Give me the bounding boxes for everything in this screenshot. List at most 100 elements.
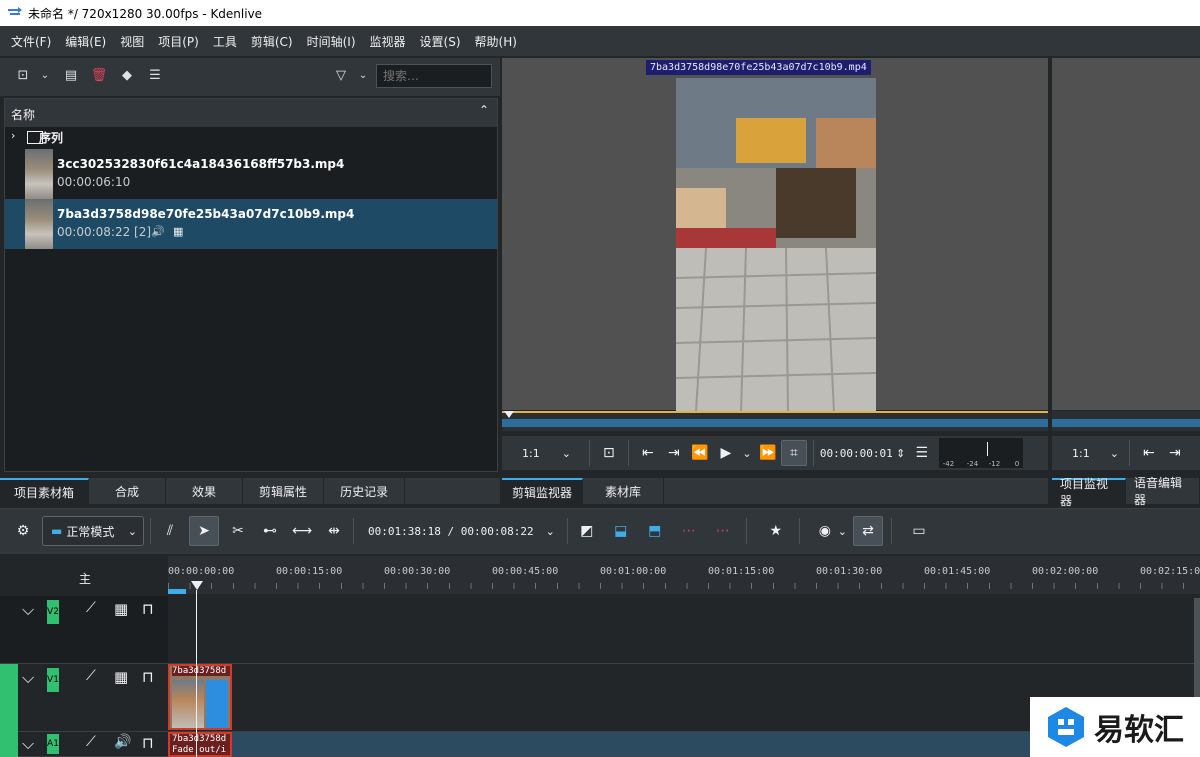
chevron-down-icon[interactable]: ⌄	[739, 440, 755, 466]
zoom-ratio[interactable]: 1:1	[522, 447, 540, 460]
timeline-position[interactable]: 00:01:38:18 / 00:00:08:22	[368, 525, 534, 538]
play-icon[interactable]: ▶	[713, 440, 739, 466]
chevron-down-icon[interactable]: ⌄	[1110, 447, 1119, 460]
hamburger-menu-icon[interactable]: ☰	[909, 440, 935, 466]
razor-strip-icon[interactable]: ⫽	[157, 518, 183, 544]
bin-clip-item[interactable]: 3cc302532830f61c4a18436168ff57b3.mp4 00:…	[5, 149, 497, 199]
extract-icon[interactable]: ⋯	[676, 518, 702, 544]
bin-search-input[interactable]	[376, 64, 492, 88]
timeline-scrollbar[interactable]	[1194, 598, 1200, 698]
monitor-ruler[interactable]	[502, 411, 1048, 431]
playhead-marker[interactable]	[504, 411, 514, 418]
tab-project-bin[interactable]: 项目素材箱	[0, 478, 90, 504]
ripple-tool-icon[interactable]: ⟷	[289, 518, 315, 544]
tab-clip-properties[interactable]: 剪辑属性	[243, 478, 325, 504]
chevron-down-icon[interactable]: ⌄	[838, 525, 847, 538]
preview-render-icon[interactable]: ◉	[812, 518, 838, 544]
chevron-down-icon[interactable]: ⌵	[22, 600, 34, 620]
set-in-point-icon[interactable]: ⇤	[1136, 440, 1162, 466]
timeline-video-clip[interactable]: 7ba3d3758d	[168, 664, 232, 730]
chevron-down-icon[interactable]: ⌵	[22, 668, 34, 688]
star-icon[interactable]: ★	[763, 518, 789, 544]
film-icon[interactable]: ▦	[114, 600, 128, 618]
selection-tool-icon[interactable]: ➤	[189, 516, 219, 546]
tab-history[interactable]: 历史记录	[324, 478, 406, 504]
edit-mode-select[interactable]: ▬ 正常模式 ⌄	[42, 516, 144, 546]
chevron-down-icon[interactable]: ⌄	[38, 68, 52, 84]
chevron-down-icon[interactable]: ⌄	[546, 525, 555, 538]
mix-settings-icon[interactable]: ⇄	[853, 516, 884, 546]
active-track-indicator[interactable]	[0, 732, 18, 757]
filter-icon[interactable]: ▽	[332, 68, 350, 84]
monitor-video-area[interactable]: 7ba3d3758d98e70fe25b43a07d7c10b9.mp4	[502, 58, 1048, 412]
chevron-down-icon[interactable]: ⌄	[562, 447, 571, 460]
slip-tool-icon[interactable]: ⇹	[321, 518, 347, 544]
track-settings-icon[interactable]: ⚙	[10, 518, 36, 544]
active-track-indicator[interactable]	[0, 664, 18, 732]
chevron-down-icon[interactable]: ⌵	[22, 734, 34, 754]
menu-file[interactable]: 文件(F)	[4, 33, 58, 50]
tab-project-monitor[interactable]: 项目监视器	[1052, 477, 1126, 508]
forward-icon[interactable]: ⏩	[755, 440, 781, 466]
tab-clip-monitor[interactable]: 剪辑监视器	[502, 478, 584, 504]
tab-compositions[interactable]: 合成	[89, 478, 167, 504]
film-icon[interactable]: ▦	[114, 668, 128, 686]
lift-icon[interactable]: ⋯	[710, 518, 736, 544]
chevron-right-icon[interactable]: ›	[11, 129, 15, 142]
menu-settings[interactable]: 设置(S)	[413, 33, 468, 50]
timeline-audio-clip[interactable]: 7ba3d3758d Fade out/i	[168, 732, 232, 757]
ruler-label: 00:01:15:00	[708, 566, 775, 577]
menu-monitor[interactable]: 监视器	[363, 33, 413, 50]
overwrite-icon[interactable]: ⬒	[642, 518, 668, 544]
add-clip-icon[interactable]: ⊡	[14, 68, 32, 84]
lock-icon[interactable]: ⊓	[142, 668, 154, 686]
clip-name: 3cc302532830f61c4a18436168ff57b3.mp4	[57, 157, 345, 171]
menu-timeline[interactable]: 时间轴(I)	[300, 33, 363, 50]
tab-speech-editor[interactable]: 语音编辑器	[1126, 476, 1200, 507]
speaker-icon[interactable]: 🔊	[114, 734, 131, 750]
menu-edit[interactable]: 编辑(E)	[58, 33, 113, 50]
chevron-up-icon[interactable]: ⌃	[479, 103, 489, 117]
project-monitor-video[interactable]	[1052, 58, 1200, 410]
lock-icon[interactable]: ⊓	[142, 734, 154, 752]
spacer-tool-icon[interactable]: ⊷	[257, 518, 283, 544]
project-monitor-ruler[interactable]	[1052, 411, 1200, 431]
menu-view[interactable]: 视图	[113, 33, 151, 50]
tab-library[interactable]: 素材库	[583, 478, 665, 504]
spin-arrows-icon[interactable]: ⇕	[893, 440, 909, 466]
hamburger-menu-icon[interactable]: ☰	[146, 68, 164, 84]
effects-wand-icon[interactable]: ⟋	[86, 734, 96, 750]
delete-icon[interactable]: 🗑	[90, 68, 108, 84]
menu-help[interactable]: 帮助(H)	[468, 33, 524, 50]
tag-icon[interactable]: ◆	[118, 68, 136, 84]
set-out-point-icon[interactable]: ⇥	[661, 440, 687, 466]
clip-effect-label: Fade out/i	[172, 745, 227, 755]
rewind-icon[interactable]: ⏪	[687, 440, 713, 466]
menu-project[interactable]: 项目(P)	[151, 33, 206, 50]
menu-tools[interactable]: 工具	[206, 33, 244, 50]
effects-wand-icon[interactable]: ⟋	[86, 600, 96, 616]
project-monitor-tabs: 项目监视器 语音编辑器	[1052, 476, 1200, 508]
fit-icon[interactable]: ⊡	[596, 440, 622, 466]
tab-effects[interactable]: 效果	[166, 478, 244, 504]
timeline-playhead-marker[interactable]	[191, 581, 203, 590]
monitor-timecode[interactable]: 00:00:00:01	[820, 447, 893, 460]
zoom-ratio[interactable]: 1:1	[1072, 447, 1090, 460]
split-track-icon[interactable]: ◩	[574, 518, 600, 544]
crop-icon[interactable]: ⌗	[780, 440, 807, 466]
set-out-point-icon[interactable]: ⇥	[1162, 440, 1188, 466]
folder-sequence[interactable]: › 序列	[11, 129, 491, 147]
bin-column-header[interactable]: 名称 ⌃	[5, 99, 497, 127]
bin-clip-item-selected[interactable]: 7ba3d3758d98e70fe25b43a07d7c10b9.mp4 00:…	[5, 199, 497, 249]
chevron-down-icon[interactable]: ⌄	[356, 68, 370, 84]
track-body[interactable]	[168, 596, 1200, 664]
menu-clip[interactable]: 剪辑(C)	[244, 33, 300, 50]
effects-wand-icon[interactable]: ⟋	[86, 668, 96, 684]
razor-tool-icon[interactable]: ✂	[225, 518, 251, 544]
subtitle-icon[interactable]: ▭	[906, 518, 932, 544]
insert-icon[interactable]: ⬓	[608, 518, 634, 544]
add-folder-icon[interactable]: ▤	[62, 68, 80, 84]
timeline-ruler[interactable]: 00:00:00:00 00:00:15:00 00:00:30:00 00:0…	[168, 556, 1200, 594]
lock-icon[interactable]: ⊓	[142, 600, 154, 618]
set-in-point-icon[interactable]: ⇤	[635, 440, 661, 466]
